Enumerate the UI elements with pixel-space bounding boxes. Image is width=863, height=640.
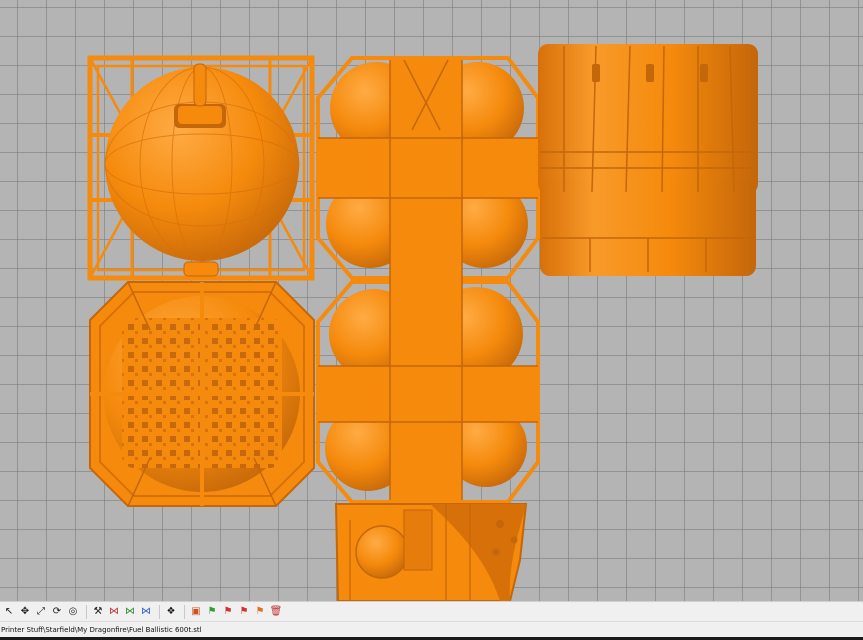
mirror-y-button[interactable]: ⋈ [123,605,137,619]
group-icon: ❖ [166,605,176,617]
cage-tank-top-left [87,55,315,281]
mirror-x-icon: ⋈ [109,605,119,617]
toolbar-separator [86,604,87,619]
mirror-x-button[interactable]: ⋈ [107,605,121,619]
mirror-z-icon: ⋈ [141,605,151,617]
rotate-icon: ⟳ [52,605,62,617]
engine-nozzle-bottom [334,503,528,601]
status-file-path: Printer Stuff\Starfield\My Dragonfire\Fu… [1,626,202,634]
flag-red-icon: ⚑ [239,605,249,617]
3d-viewport[interactable] [0,0,863,601]
scale-button[interactable]: ⤢ [34,605,48,619]
flag-orange-icon: ⚑ [255,605,265,617]
rotate-button[interactable]: ⟳ [50,605,64,619]
delete-button[interactable]: 🗑 [269,605,283,619]
cylinder-tank-right [538,44,758,276]
mirror-y-icon: ⋈ [125,605,135,617]
toolbar-separator [159,604,160,619]
mirror-button[interactable]: ◎ [66,605,80,619]
move-icon: ✥ [20,605,30,617]
mirror-icon: ◎ [68,605,78,617]
sphere-rack-middle [316,56,540,504]
scale-icon: ⤢ [37,605,45,617]
toolbar-separator [184,604,185,619]
move-button[interactable]: ✥ [18,605,32,619]
toolbar: ↖ ✥ ⤢ ⟳ ◎ ⚒ ⋈ ⋈ ⋈ ❖ ▣ ⚑ ⚑ ⚑ ⚑ 🗑 [0,601,863,621]
flag-red-button[interactable]: ⚑ [221,605,235,619]
support-button[interactable]: ▣ [189,605,203,619]
group-button[interactable]: ❖ [164,605,178,619]
support-icon: ▣ [191,605,201,617]
cut-button[interactable]: ⚒ [91,605,105,619]
select-button[interactable]: ↖ [2,605,16,619]
cut-icon: ⚒ [93,605,103,617]
fuel-ballistic-model[interactable] [0,0,863,601]
flag-green-button[interactable]: ⚑ [205,605,219,619]
flag-orange-button[interactable]: ⚑ [253,605,267,619]
trash-icon: 🗑 [269,605,283,617]
flag-green-icon: ⚑ [207,605,217,617]
select-arrow-icon: ↖ [4,605,14,617]
octagon-tank-bottom-left [89,281,315,507]
mirror-z-button[interactable]: ⋈ [139,605,153,619]
flag-red-icon: ⚑ [223,605,233,617]
flag-red-2-button[interactable]: ⚑ [237,605,251,619]
